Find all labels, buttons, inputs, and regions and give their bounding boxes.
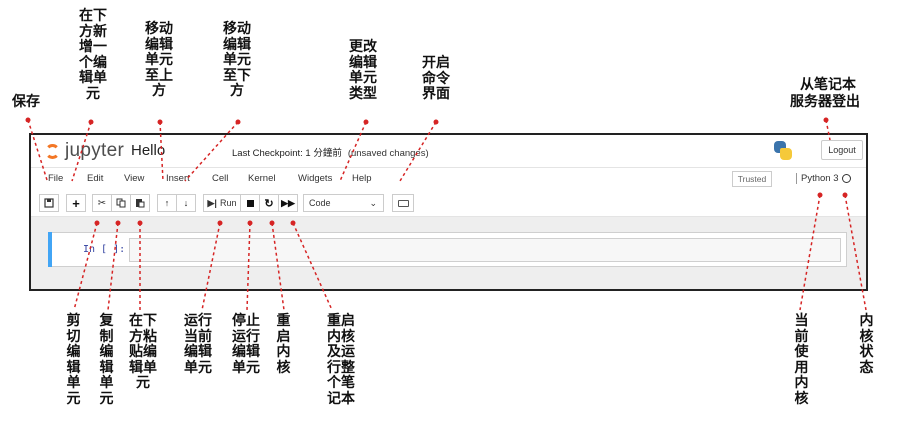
trusted-badge[interactable]: Trusted: [732, 171, 772, 187]
kernel-name: Python 3: [796, 173, 839, 184]
copy-icon: [116, 198, 126, 208]
annotation-insert-below: 在下方新增一个编辑单元: [79, 8, 107, 102]
cell-input[interactable]: [129, 238, 841, 262]
jupyter-logo-icon: [45, 143, 60, 159]
annotation-kernel-state: 内核状态: [859, 313, 874, 376]
notebook-window: jupyter Hello Last Checkpoint: 1 分鐘前 (uns…: [29, 133, 868, 291]
annotation-logout-1: 从笔记本: [800, 77, 856, 93]
move-cell-up-button[interactable]: ↑: [157, 194, 177, 212]
code-cell[interactable]: In [ ]:: [48, 232, 847, 267]
menu-file[interactable]: File: [48, 173, 63, 184]
annotation-save: 保存: [12, 94, 40, 110]
checkpoint-text: Last Checkpoint: 1 分鐘前: [232, 148, 342, 159]
paste-button[interactable]: [130, 194, 150, 212]
save-button[interactable]: [39, 194, 59, 212]
jupyter-logo-text: jupyter: [65, 140, 125, 161]
annotation-paste: 在下方粘贴编辑单元: [129, 313, 157, 391]
jupyter-logo[interactable]: jupyter: [45, 140, 124, 162]
command-palette-button[interactable]: [392, 194, 414, 212]
cell-type-select[interactable]: Code ⌄: [303, 194, 384, 212]
cell-prompt: In [ ]:: [83, 244, 126, 255]
annotation-restart: 重启内核: [276, 313, 291, 376]
annotation-logout-2: 服务器登出: [790, 94, 860, 110]
menu-cell[interactable]: Cell: [212, 173, 228, 184]
annotation-cut: 剪切编辑单元: [66, 313, 81, 407]
scissors-icon: ✂: [97, 197, 107, 209]
interrupt-kernel-button[interactable]: [240, 194, 260, 212]
toolbar: + ✂ ↑ ↓ ▶| Run ↻ ▶▶ Code ⌄: [31, 189, 866, 217]
insert-cell-below-button[interactable]: +: [66, 194, 86, 212]
annotation-command-palette: 开启命令界面: [422, 55, 450, 102]
menu-help[interactable]: Help: [352, 173, 372, 184]
annotation-run: 运行当前编辑单元: [184, 313, 212, 376]
arrow-up-icon: ↑: [164, 198, 170, 208]
restart-run-all-button[interactable]: ▶▶: [278, 194, 298, 212]
menubar: File Edit View Insert Cell Kernel Widget…: [31, 167, 866, 189]
cell-type-value: Code: [309, 198, 331, 208]
annotation-current-kernel: 当前使用内核: [794, 313, 809, 407]
step-forward-icon: ▶|: [207, 197, 217, 208]
annotation-move-up: 移动编辑单元至上方: [145, 21, 173, 99]
menu-kernel[interactable]: Kernel: [248, 173, 275, 184]
notebook-container: In [ ]:: [31, 217, 866, 289]
move-cell-down-button[interactable]: ↓: [176, 194, 196, 212]
stop-icon: [246, 199, 254, 207]
checkpoint-status: Last Checkpoint: 1 分鐘前 (unsaved changes): [232, 145, 429, 159]
python-logo-icon: [772, 140, 794, 162]
notebook-name[interactable]: Hello: [131, 142, 165, 159]
restart-icon: ↻: [264, 197, 274, 210]
logout-button[interactable]: Logout: [821, 140, 863, 160]
restart-kernel-button[interactable]: ↻: [259, 194, 279, 212]
annotation-stop: 停止运行编辑单元: [232, 313, 260, 376]
menu-view[interactable]: View: [124, 173, 144, 184]
cut-button[interactable]: ✂: [92, 194, 112, 212]
save-icon: [44, 198, 54, 208]
copy-button[interactable]: [111, 194, 131, 212]
chevron-down-icon: ⌄: [369, 198, 377, 208]
kernel-idle-circle-icon: [842, 174, 851, 183]
menu-edit[interactable]: Edit: [87, 173, 103, 184]
annotation-move-down: 移动编辑单元至下方: [223, 21, 251, 99]
paste-icon: [136, 199, 145, 208]
run-button[interactable]: ▶| Run: [203, 194, 241, 212]
run-label: Run: [219, 198, 237, 208]
plus-icon: +: [72, 195, 80, 211]
keyboard-icon: [397, 199, 409, 207]
annotation-change-type: 更改编辑单元类型: [349, 39, 377, 102]
annotation-copy: 复制编辑单元: [99, 313, 114, 407]
menu-insert[interactable]: Insert: [166, 173, 190, 184]
unsaved-changes-text: (unsaved changes): [347, 148, 429, 159]
fast-forward-icon: ▶▶: [281, 197, 295, 208]
menu-widgets[interactable]: Widgets: [298, 173, 332, 184]
annotation-restart-run-all: 重启内核及运行整个笔记本: [327, 313, 355, 407]
notebook-header: jupyter Hello Last Checkpoint: 1 分鐘前 (uns…: [31, 135, 866, 167]
arrow-down-icon: ↓: [183, 198, 189, 208]
cell-selection-bar: [48, 232, 52, 267]
